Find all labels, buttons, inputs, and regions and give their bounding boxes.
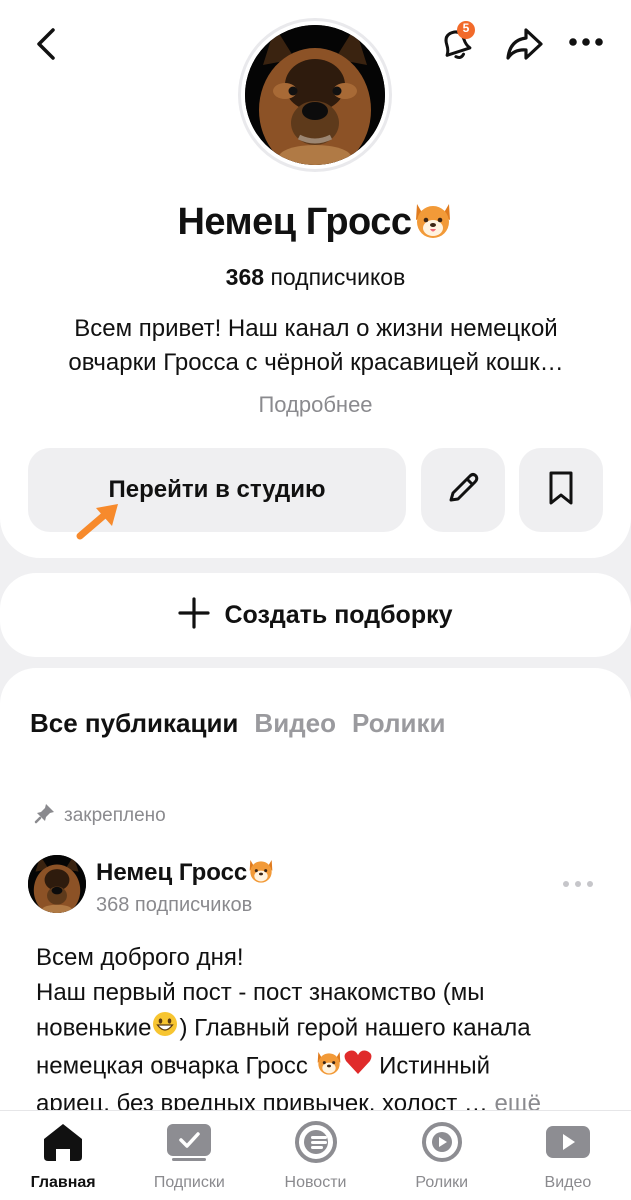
post-line-2: Наш первый пост - пост знакомство (мы	[36, 979, 485, 1006]
shiba-dog-emoji-icon	[247, 856, 275, 891]
subscribers-info: 368 подписчиков	[0, 264, 631, 291]
create-collection-button[interactable]: Создать подборку	[0, 573, 631, 657]
create-collection-card: Создать подборку	[0, 573, 631, 657]
edit-button[interactable]	[421, 448, 505, 532]
nav-video[interactable]: Видео	[505, 1111, 631, 1200]
more-link[interactable]: Подробнее	[0, 392, 631, 418]
nav-home[interactable]: Главная	[0, 1111, 126, 1200]
shiba-dog-emoji-icon	[412, 198, 454, 250]
share-icon[interactable]	[502, 24, 546, 64]
post-line-3a: новенькие	[36, 1014, 152, 1042]
bookmark-icon	[547, 470, 575, 511]
subscribers-label: подписчиков	[270, 264, 406, 290]
post-line-1: Всем доброго дня!	[36, 944, 244, 971]
nav-subscriptions[interactable]: Подписки	[126, 1111, 252, 1200]
tab-shorts[interactable]: Ролики	[352, 708, 445, 739]
post-line-4: немецкая овчарка Гросс Истинный	[36, 1048, 596, 1086]
subscriptions-icon	[164, 1121, 214, 1168]
pinned-indicator: закреплено	[34, 802, 166, 830]
nav-shorts-label: Ролики	[415, 1174, 469, 1191]
bottom-navigation: Главная Подписки Новости Ролики Видео	[0, 1110, 631, 1200]
post-author-name[interactable]: Немец Гросс	[96, 856, 275, 891]
post-line-4b: Истинный	[372, 1052, 490, 1080]
post-more-options-icon[interactable]	[562, 876, 594, 894]
shiba-dog-emoji-icon	[315, 1048, 343, 1086]
channel-title: Немец Гросс	[0, 198, 631, 250]
nav-shorts[interactable]: Ролики	[379, 1111, 505, 1200]
more-options-icon[interactable]	[566, 30, 606, 54]
post-author-subscribers: 368 подписчиков	[96, 894, 253, 916]
news-icon	[293, 1121, 339, 1168]
profile-card: 5 Немец Гросс 368 подписчиков Всем приве…	[0, 0, 631, 558]
post-author-avatar[interactable]	[28, 855, 86, 913]
home-icon	[40, 1121, 86, 1168]
channel-avatar	[245, 25, 385, 165]
post-text[interactable]: Всем доброго дня! Наш первый пост - пост…	[36, 940, 596, 1121]
post-line-3: новенькие ) Главный герой нашего канала	[36, 1010, 596, 1048]
tab-video[interactable]: Видео	[254, 708, 336, 739]
channel-description: Всем привет! Наш канал о жизни немецкой …	[40, 312, 592, 380]
video-icon	[543, 1121, 593, 1168]
red-heart-icon	[343, 1048, 373, 1086]
bookmark-button[interactable]	[519, 448, 603, 532]
nav-home-label: Главная	[30, 1174, 96, 1191]
tab-all-publications[interactable]: Все публикации	[30, 708, 238, 739]
pin-icon	[34, 802, 56, 830]
description-line-2: овчарки Гросса с чёрной красавицей кошк…	[68, 349, 564, 376]
arrow-pointer-icon	[74, 500, 124, 547]
subscribers-count: 368	[225, 264, 265, 290]
back-icon[interactable]	[28, 26, 64, 62]
notification-count: 5	[462, 21, 470, 35]
nav-subscriptions-label: Подписки	[153, 1174, 225, 1191]
studio-button-label: Перейти в студию	[108, 476, 326, 503]
create-collection-label: Создать подборку	[224, 600, 453, 629]
plus-icon	[178, 596, 211, 634]
nav-news[interactable]: Новости	[252, 1111, 378, 1200]
shorts-icon	[419, 1121, 465, 1168]
post-author-label: Немец Гросс	[96, 858, 248, 886]
publication-tabs: Все публикации Видео Ролики	[30, 708, 445, 739]
nav-video-label: Видео	[544, 1174, 592, 1191]
channel-avatar-ring[interactable]	[238, 18, 392, 172]
pinned-label: закреплено	[64, 805, 166, 826]
nav-news-label: Новости	[284, 1174, 347, 1191]
notifications-bell-icon[interactable]: 5	[432, 20, 480, 68]
grinning-emoji-icon	[151, 1010, 179, 1048]
channel-name: Немец Гросс	[177, 201, 412, 244]
post-line-3b: ) Главный герой нашего канала	[179, 1014, 531, 1042]
description-line-1: Всем привет! Наш канал о жизни немецкой	[74, 315, 558, 342]
post-line-4a: немецкая овчарка Гросс	[36, 1052, 315, 1080]
pencil-icon	[445, 470, 481, 511]
